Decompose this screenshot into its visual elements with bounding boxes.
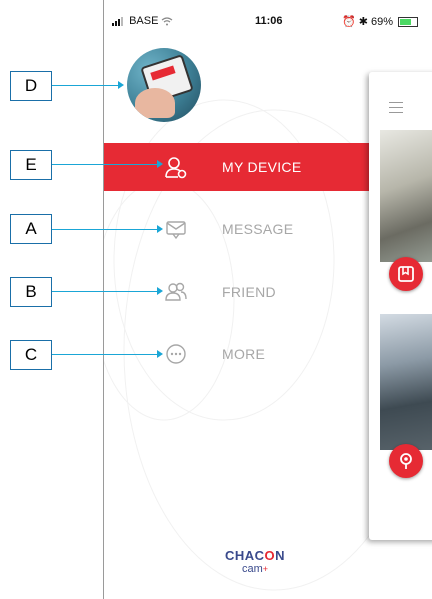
playback-icon xyxy=(398,266,414,282)
avatar[interactable] xyxy=(127,48,201,122)
chacon-cam-logo: CHACON cam+ xyxy=(222,548,288,575)
callout-line-d xyxy=(52,85,120,86)
message-icon xyxy=(166,221,186,240)
phone-screen: BASE 11:06 ⏰ ✱ 69% MY DEVICE MESSAGE FRI… xyxy=(103,0,432,599)
bluetooth-icon: ✱ xyxy=(358,16,368,28)
camera-playback-button[interactable] xyxy=(389,257,423,291)
battery-level xyxy=(400,19,412,26)
device-user-icon xyxy=(165,157,187,179)
more-icon xyxy=(166,344,186,364)
callout-line-e xyxy=(52,164,159,165)
menu-item-label: MESSAGE xyxy=(222,221,294,237)
menu-item-label: MORE xyxy=(222,346,266,362)
avatar-hand-image xyxy=(135,88,175,118)
status-right: ⏰ ✱ 69% xyxy=(342,15,419,28)
camera-location-button[interactable] xyxy=(389,444,423,478)
carrier-signal: BASE xyxy=(112,15,173,27)
battery-icon xyxy=(398,17,419,28)
menu-item-friend[interactable]: FRIEND xyxy=(104,268,369,316)
callout-e: E xyxy=(10,150,52,180)
status-time: 11:06 xyxy=(255,15,283,27)
callout-arrow-e xyxy=(157,160,163,168)
battery-percent: 69% xyxy=(371,16,394,28)
callout-b: B xyxy=(10,277,52,307)
camera-thumbnail[interactable] xyxy=(380,314,432,450)
callout-arrow-c xyxy=(157,350,163,358)
callout-a: A xyxy=(10,214,52,244)
callout-line-b xyxy=(52,291,159,292)
menu-item-label: FRIEND xyxy=(222,284,276,300)
callout-d: D xyxy=(10,71,52,101)
camera-thumbnail[interactable] xyxy=(380,130,432,262)
pin-icon xyxy=(400,453,412,469)
callout-arrow-a xyxy=(157,225,163,233)
status-bar: BASE 11:06 ⏰ ✱ 69% xyxy=(104,0,432,40)
callout-arrow-b xyxy=(157,287,163,295)
friends-icon xyxy=(165,282,187,301)
device-list-card xyxy=(369,72,432,540)
alarm-icon: ⏰ xyxy=(342,16,356,28)
hamburger-menu-icon[interactable] xyxy=(389,102,403,117)
menu-item-label: MY DEVICE xyxy=(222,159,302,175)
signal-icon xyxy=(112,16,123,26)
callout-arrow-d xyxy=(118,81,124,89)
menu-item-my-device[interactable]: MY DEVICE xyxy=(104,143,369,191)
logo-sub: cam+ xyxy=(241,563,269,575)
carrier-name: BASE xyxy=(129,15,159,27)
callout-line-c xyxy=(52,354,159,355)
callout-c: C xyxy=(10,340,52,370)
logo-brand: CHACON xyxy=(224,548,286,563)
wifi-icon xyxy=(162,16,173,26)
callout-line-a xyxy=(52,229,159,230)
